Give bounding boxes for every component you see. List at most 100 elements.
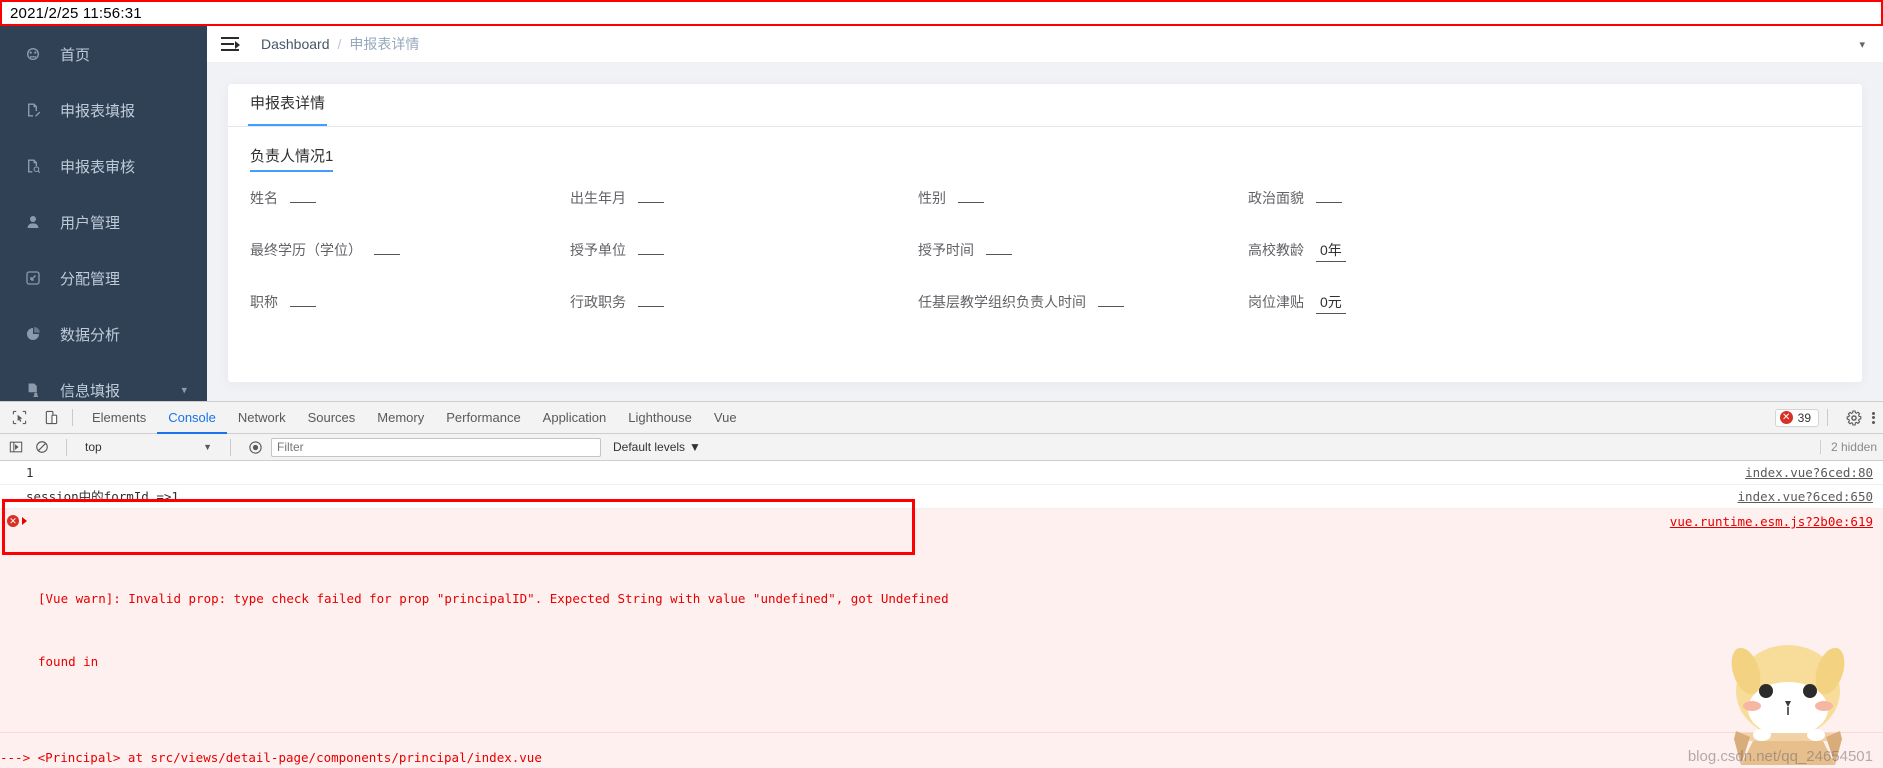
- form-grid: 姓名 出生年月 性别 政治面貌 最终学历（学位） 授予单位 授予时间 高校教龄 …: [250, 188, 1840, 344]
- devtools-toolbar-right: ✕ 39: [1774, 408, 1883, 427]
- devtools-panel: Elements Console Network Sources Memory …: [0, 401, 1883, 768]
- sidebar-item-form-fill[interactable]: 申报表填报: [0, 82, 207, 138]
- toolbar-divider: [72, 409, 73, 426]
- console-error-vue-warn-1[interactable]: ✕ [Vue warn]: Invalid prop: type check f…: [0, 509, 1883, 733]
- tab-bar: 申报表详情: [228, 84, 1862, 127]
- field-label: 任基层教学组织负责人时间: [918, 294, 1086, 310]
- main-content: 申报表详情 负责人情况1 姓名 出生年月 性别 政治面貌 最终学历（学位） 授予…: [207, 63, 1883, 401]
- tab-network[interactable]: Network: [227, 402, 297, 434]
- console-filter-input[interactable]: [271, 437, 601, 457]
- log-levels-dropdown[interactable]: Default levels ▼: [613, 440, 701, 454]
- more-options-icon[interactable]: [1872, 410, 1875, 425]
- console-message: session中的formId =>1: [26, 489, 179, 504]
- console-filter-bar: top ▼ Default levels ▼ 2 hidden: [0, 434, 1883, 461]
- field-value: [1098, 305, 1124, 307]
- principal-section: 负责人情况1 姓名 出生年月 性别 政治面貌 最终学历（学位） 授予单位 授予时…: [228, 127, 1862, 344]
- inspect-element-icon[interactable]: [6, 405, 32, 431]
- clear-console-icon[interactable]: [32, 437, 52, 457]
- tab-memory[interactable]: Memory: [366, 402, 435, 434]
- field-value: [290, 305, 316, 307]
- form-row: 姓名 出生年月 性别 政治面貌: [250, 188, 1840, 240]
- field-label: 岗位津贴: [1248, 294, 1304, 310]
- tab-application[interactable]: Application: [532, 402, 618, 434]
- field-admin-position: 行政职务: [570, 292, 918, 312]
- form-row: 职称 行政职务 任基层教学组织负责人时间 岗位津贴 0元: [250, 292, 1840, 344]
- detail-card: 申报表详情 负责人情况1 姓名 出生年月 性别 政治面貌 最终学历（学位） 授予…: [227, 83, 1863, 383]
- timestamp-bar: 2021/2/25 11:56:31: [0, 0, 1883, 26]
- console-output[interactable]: 1 index.vue?6ced:80 session中的formId =>1 …: [0, 461, 1883, 768]
- toolbar-divider: [66, 438, 67, 456]
- devtools-tabbar: Elements Console Network Sources Memory …: [0, 402, 1883, 434]
- toolbar-divider: [1827, 409, 1828, 426]
- chevron-down-icon: ▼: [203, 442, 212, 452]
- sidebar-item-info-fill[interactable]: 信息填报 ▾: [0, 362, 207, 401]
- field-label: 高校教龄: [1248, 242, 1304, 258]
- console-line[interactable]: 1 index.vue?6ced:80: [0, 461, 1883, 485]
- sidebar-item-data-analysis[interactable]: 数据分析: [0, 306, 207, 362]
- console-source-link[interactable]: vue.runtime.esm.js?2b0e:619: [1670, 512, 1873, 531]
- toolbar-divider: [230, 438, 231, 456]
- sidebar-item-label: 信息填报: [60, 382, 121, 400]
- tab-vue[interactable]: Vue: [703, 402, 748, 434]
- tab-console[interactable]: Console: [157, 402, 227, 434]
- field-value: [958, 201, 984, 203]
- sidebar-item-form-review[interactable]: 申报表审核: [0, 138, 207, 194]
- log-levels-label: Default levels: [613, 440, 686, 454]
- field-label: 职称: [250, 294, 278, 310]
- execution-context-select[interactable]: top ▼: [81, 438, 216, 457]
- tab-form-detail[interactable]: 申报表详情: [248, 92, 328, 126]
- field-value: [374, 253, 400, 255]
- console-source-link[interactable]: index.vue?6ced:80: [1745, 464, 1873, 481]
- tab-lighthouse[interactable]: Lighthouse: [617, 402, 703, 434]
- field-label: 授予单位: [570, 242, 626, 258]
- sidebar-item-user-management[interactable]: 用户管理: [0, 194, 207, 250]
- live-expression-eye-icon[interactable]: [245, 437, 265, 457]
- device-toolbar-icon[interactable]: [38, 405, 64, 431]
- field-value: [638, 201, 664, 203]
- breadcrumb-dashboard[interactable]: Dashboard: [261, 36, 330, 52]
- sidebar-item-home[interactable]: 首页: [0, 26, 207, 82]
- field-label: 最终学历（学位）: [250, 242, 362, 258]
- form-edit-icon: [22, 101, 44, 119]
- sidebar-item-label: 用户管理: [60, 214, 121, 232]
- component-stack-trace: ---> <Principal> at src/views/detail-pag…: [0, 733, 1883, 768]
- chevron-down-icon[interactable]: ▾: [181, 384, 187, 397]
- breadcrumb: Dashboard / 申报表详情: [261, 34, 419, 54]
- field-value: [638, 305, 664, 307]
- error-icon: ✕: [1779, 411, 1793, 424]
- sidebar-item-assignment[interactable]: 分配管理: [0, 250, 207, 306]
- expand-arrow-icon[interactable]: [22, 517, 27, 525]
- assign-icon: [22, 269, 44, 287]
- chevron-down-icon[interactable]: ▾: [1859, 38, 1865, 51]
- field-label: 政治面貌: [1248, 190, 1304, 206]
- stack-line: ---> <Principal> at src/views/detail-pag…: [0, 750, 542, 765]
- console-sidebar-toggle-icon[interactable]: [6, 437, 26, 457]
- console-source-link[interactable]: index.vue?6ced:650: [1738, 488, 1873, 505]
- tab-performance[interactable]: Performance: [435, 402, 531, 434]
- form-row: 最终学历（学位） 授予单位 授予时间 高校教龄 0年: [250, 240, 1840, 292]
- user-icon: [22, 213, 44, 231]
- tab-elements[interactable]: Elements: [81, 402, 157, 434]
- sidebar-item-label: 申报表填报: [60, 102, 136, 120]
- field-political-status: 政治面貌: [1248, 188, 1342, 208]
- dashboard-icon: [22, 45, 44, 63]
- execution-context-value: top: [85, 440, 102, 454]
- error-count-badge[interactable]: ✕ 39: [1774, 408, 1819, 427]
- console-message: 1: [26, 465, 34, 480]
- settings-gear-icon[interactable]: [1846, 409, 1862, 426]
- navbar: Dashboard / 申报表详情 ▾: [207, 26, 1883, 63]
- tab-sources[interactable]: Sources: [297, 402, 367, 434]
- breadcrumb-current: 申报表详情: [349, 36, 420, 52]
- pie-chart-icon: [22, 325, 44, 343]
- field-name: 姓名: [250, 188, 570, 208]
- field-teaching-years: 高校教龄 0年: [1248, 240, 1346, 262]
- form-review-icon: [22, 157, 44, 175]
- field-label: 姓名: [250, 190, 278, 206]
- sidebar-item-label: 分配管理: [60, 270, 121, 288]
- console-line[interactable]: session中的formId =>1 index.vue?6ced:650: [0, 485, 1883, 509]
- info-form-icon: [22, 381, 44, 399]
- field-label: 行政职务: [570, 294, 626, 310]
- field-gender: 性别: [918, 188, 1248, 208]
- sidebar-toggle-icon[interactable]: [221, 37, 240, 51]
- browser-page: 首页 申报表填报 申报表审核 用户管理 分配管理 数据分析 信息填报 ▾ Das…: [0, 26, 1883, 401]
